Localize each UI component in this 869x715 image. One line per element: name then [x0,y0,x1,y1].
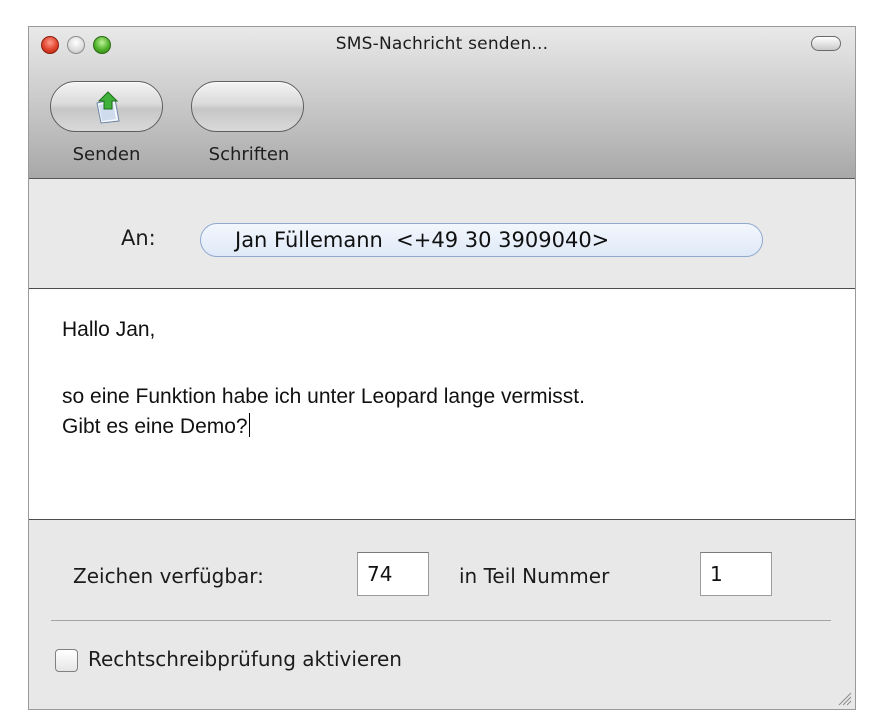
recipient-label: An: [121,226,156,250]
spellcheck-checkbox[interactable] [55,649,78,672]
send-button[interactable] [50,81,163,132]
message-line: Gibt es eine Demo? [62,413,250,439]
recipient-token[interactable]: Jan Füllemann <+49 30 3909040> [200,223,763,257]
spellcheck-label[interactable]: Rechtschreibprüfung aktivieren [88,647,402,671]
message-line-text: Gibt es eine Demo? [62,415,248,438]
chars-available-field[interactable]: 74 [357,552,429,596]
resize-grip-icon[interactable] [836,690,852,706]
text-caret [248,413,250,437]
fonts-button[interactable] [191,81,304,132]
message-body[interactable]: Hallo Jan, so eine Funktion habe ich unt… [29,289,855,520]
message-greeting: Hallo Jan, [62,318,156,341]
chars-available-label: Zeichen verfügbar: [73,564,264,588]
sms-window: SMS-Nachricht senden... Senden Schriften… [28,26,856,710]
part-number-field[interactable]: 1 [700,552,772,596]
divider [51,620,831,621]
send-button-label: Senden [72,144,141,165]
window-title: SMS-Nachricht senden... [335,34,549,54]
recipient-row: An: Jan Füllemann <+49 30 3909040> [29,179,855,289]
title-bar[interactable]: SMS-Nachricht senden... Senden Schriften [29,27,855,179]
part-number-label: in Teil Nummer [459,564,610,588]
message-line: so eine Funktion habe ich unter Leopard … [62,385,585,408]
fonts-button-label: Schriften [208,144,290,165]
send-sms-icon [96,91,120,124]
toolbar-toggle-button[interactable] [811,36,841,51]
options-panel: Zeichen verfügbar: 74 in Teil Nummer 1 R… [29,521,855,709]
